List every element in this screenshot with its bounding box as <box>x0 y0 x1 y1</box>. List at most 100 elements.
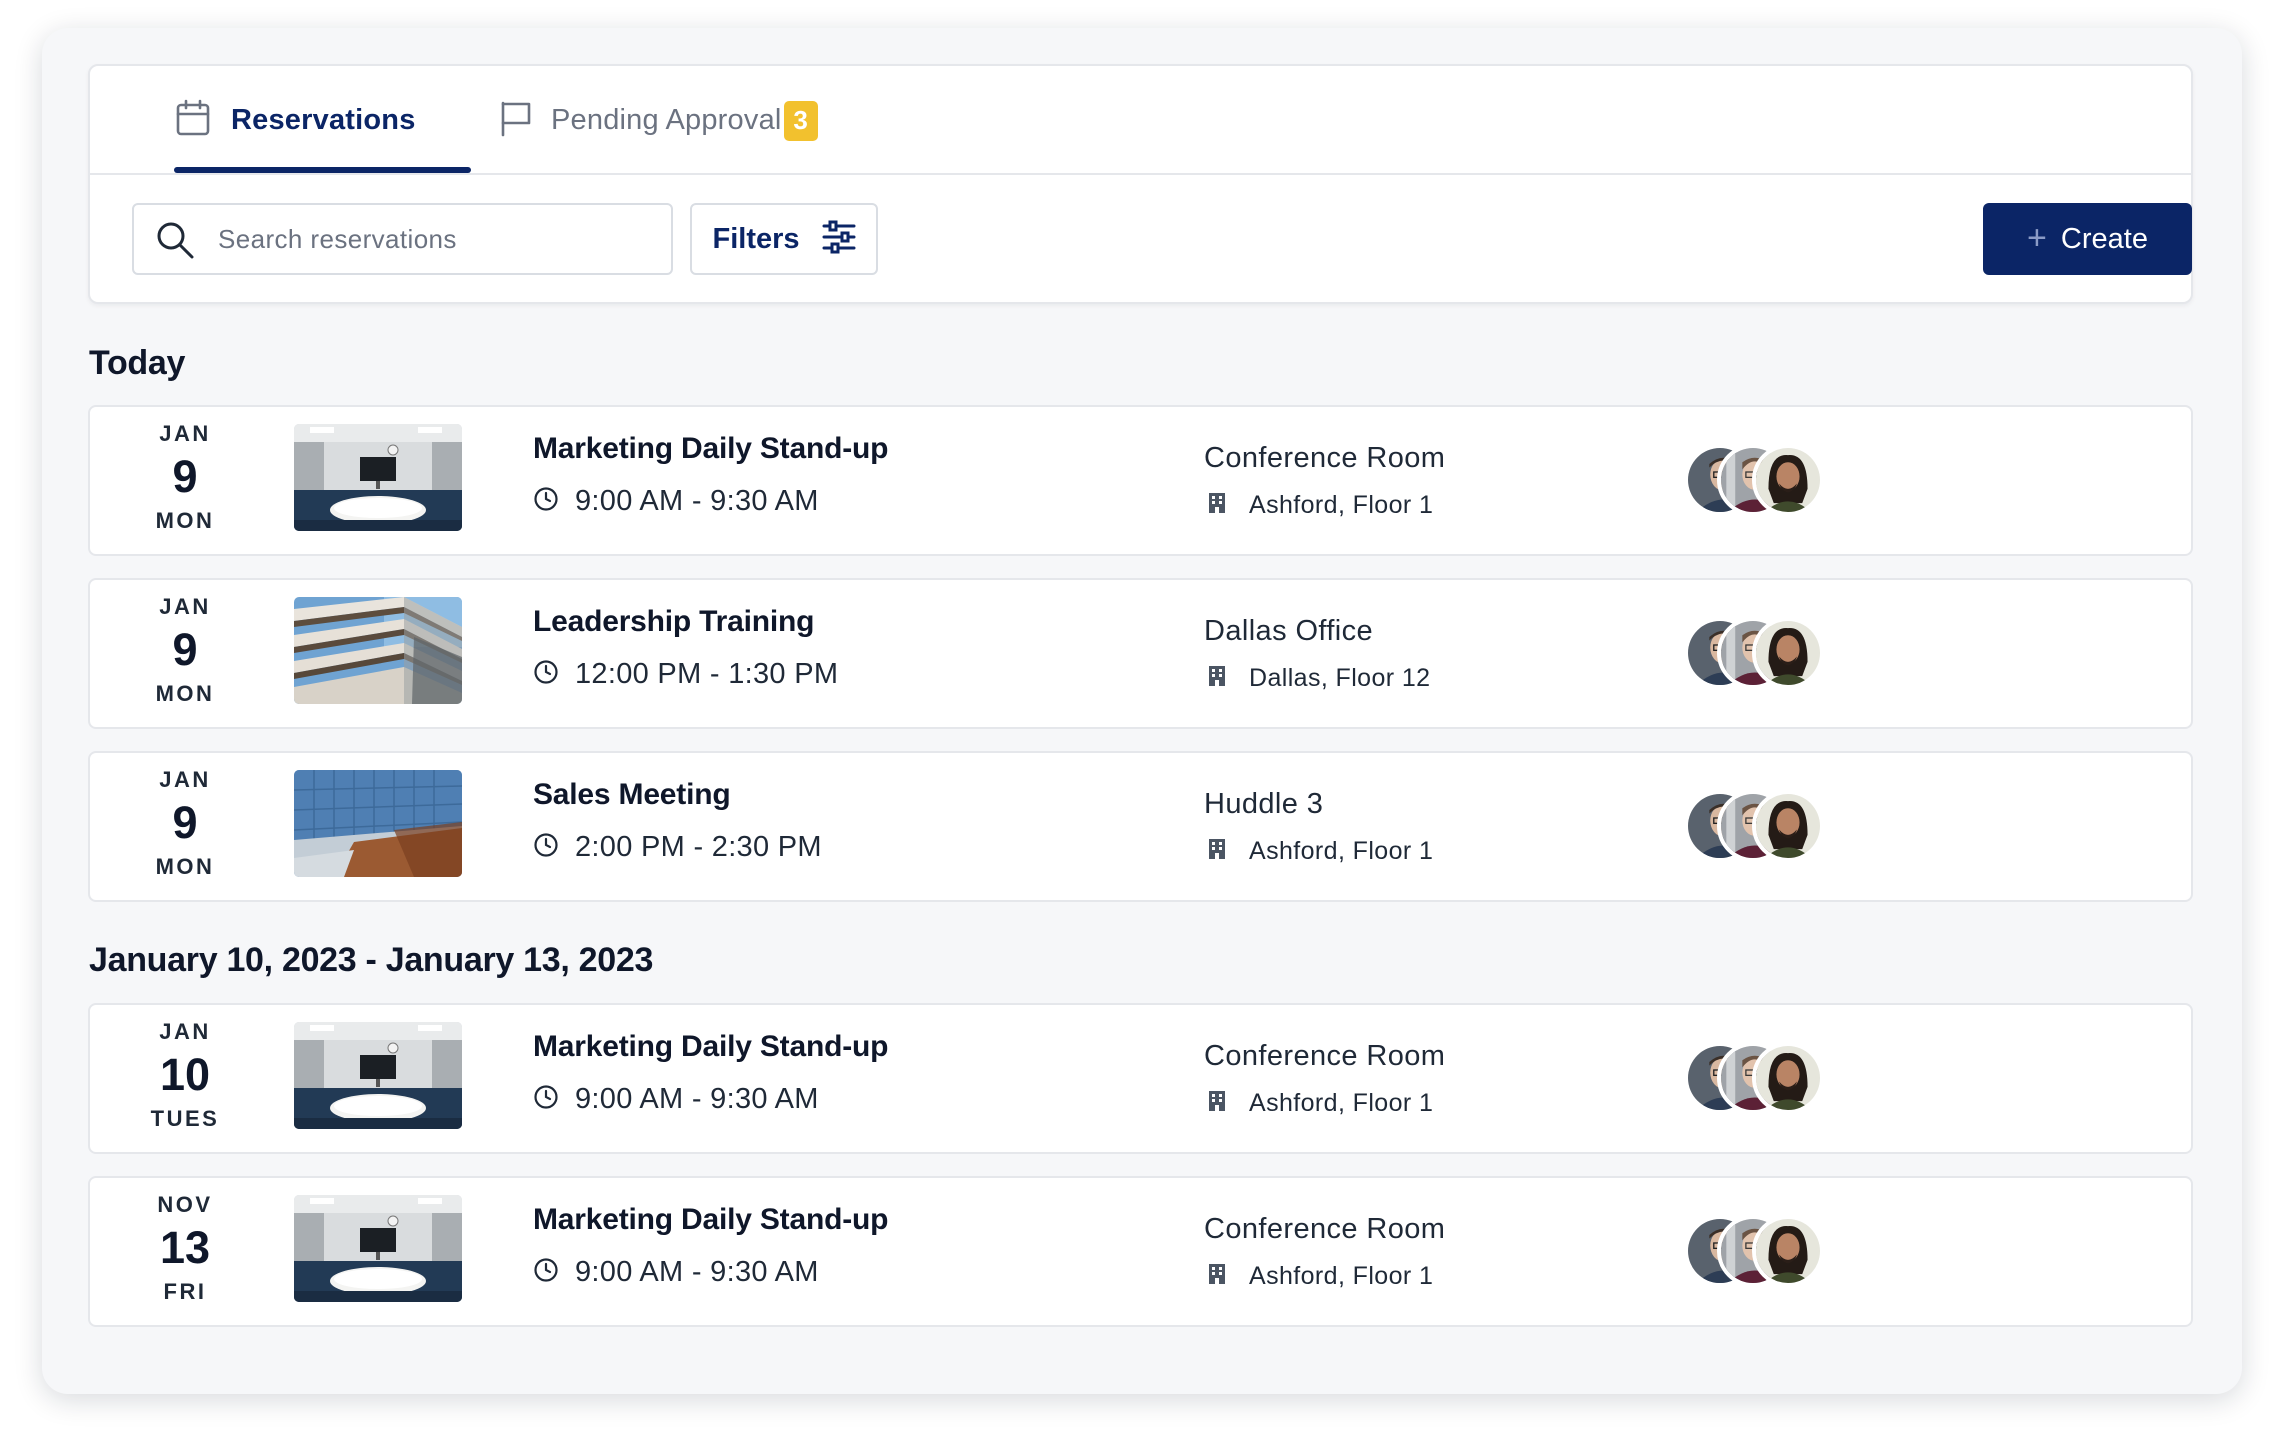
building-icon <box>1207 492 1227 519</box>
room-location-text: Dallas, Floor 12 <box>1249 664 1431 692</box>
date-day: 9 <box>172 624 198 675</box>
attendee-avatars[interactable] <box>1684 1215 1824 1287</box>
room-location: Ashford, Floor 1 <box>1207 491 1433 520</box>
clock-icon <box>533 832 559 863</box>
building-icon <box>1207 1263 1227 1290</box>
pending-count-badge: 3 <box>783 100 818 141</box>
room-location: Ashford, Floor 1 <box>1207 837 1433 866</box>
event-title: Sales Meeting <box>533 778 731 811</box>
search-field[interactable] <box>132 203 673 275</box>
tab-reservations[interactable]: Reservations <box>175 66 416 175</box>
room-location: Ashford, Floor 1 <box>1207 1262 1433 1291</box>
date-day: 13 <box>159 1222 211 1273</box>
date-day: 10 <box>159 1049 211 1100</box>
date-day: 9 <box>172 451 198 502</box>
date-weekday: FRI <box>163 1279 207 1304</box>
date-weekday: MON <box>155 854 215 879</box>
avatar <box>1752 1215 1824 1287</box>
avatar <box>1752 617 1824 689</box>
date-weekday: MON <box>155 681 215 706</box>
search-input[interactable] <box>218 219 648 259</box>
create-label: Create <box>2060 222 2148 255</box>
room-name: Conference Room <box>1204 1213 1446 1245</box>
date-block: JAN 9 MON <box>130 407 240 554</box>
event-time: 9:00 AM - 9:30 AM <box>533 485 819 518</box>
active-tab-indicator <box>174 167 471 173</box>
attendee-avatars[interactable] <box>1684 444 1824 516</box>
tab-pending-approval[interactable]: Pending Approval 3 <box>499 66 818 175</box>
room-thumbnail <box>294 1022 462 1129</box>
event-title: Marketing Daily Stand-up <box>533 1203 889 1236</box>
filters-button[interactable]: Filters <box>690 203 878 275</box>
avatar <box>1752 790 1824 862</box>
clock-icon <box>533 659 559 690</box>
clock-icon <box>533 486 559 517</box>
room-location-text: Ashford, Floor 1 <box>1249 837 1434 865</box>
event-title: Marketing Daily Stand-up <box>533 432 889 465</box>
room-location-text: Ashford, Floor 1 <box>1249 1089 1434 1117</box>
date-month: JAN <box>159 594 211 619</box>
room-thumbnail <box>294 1195 462 1302</box>
date-block: JAN 9 MON <box>130 753 240 900</box>
room-name: Huddle 3 <box>1204 788 1324 820</box>
date-month: NOV <box>157 1192 213 1217</box>
date-month: JAN <box>159 421 211 446</box>
event-title: Leadership Training <box>533 605 815 638</box>
date-month: JAN <box>159 1019 211 1044</box>
tab-bar: Reservations Pending Approval 3 <box>90 66 2191 175</box>
date-month: JAN <box>159 767 211 792</box>
avatar <box>1752 444 1824 516</box>
reservation-card[interactable]: JAN 9 MON Leadership Training 12:00 PM -… <box>88 578 2193 729</box>
app-container: Reservations Pending Approval 3 Search r… <box>42 28 2242 1394</box>
event-time: 2:00 PM - 2:30 PM <box>533 831 822 864</box>
section-title-date-range: January 10, 2023 - January 13, 2023 <box>89 941 654 979</box>
building-icon <box>1207 1090 1227 1117</box>
flag-icon <box>499 99 533 142</box>
attendee-avatars[interactable] <box>1684 1042 1824 1114</box>
plus-icon: + <box>2027 218 2047 257</box>
room-thumbnail <box>294 770 462 877</box>
header-card: Reservations Pending Approval 3 Search r… <box>88 64 2193 304</box>
event-time-text: 9:00 AM - 9:30 AM <box>575 485 819 517</box>
event-time: 9:00 AM - 9:30 AM <box>533 1083 819 1116</box>
reservation-card[interactable]: JAN 9 MON Sales Meeting 2:00 PM - 2:30 P… <box>88 751 2193 902</box>
room-location: Ashford, Floor 1 <box>1207 1089 1433 1118</box>
building-icon <box>1207 838 1227 865</box>
room-location: Dallas, Floor 12 <box>1207 664 1430 693</box>
room-thumbnail <box>294 424 462 531</box>
reservation-card[interactable]: NOV 13 FRI Marketing Daily Stand-up 9:00… <box>88 1176 2193 1327</box>
event-time-text: 9:00 AM - 9:30 AM <box>575 1256 819 1288</box>
building-icon <box>1207 665 1227 692</box>
search-icon <box>155 220 195 265</box>
room-name: Conference Room <box>1204 442 1446 474</box>
room-name: Dallas Office <box>1204 615 1374 647</box>
event-time-text: 2:00 PM - 2:30 PM <box>575 831 822 863</box>
event-time-text: 12:00 PM - 1:30 PM <box>575 658 839 690</box>
section-title-today: Today <box>89 344 186 382</box>
date-block: JAN 10 TUES <box>130 1005 240 1152</box>
avatar <box>1752 1042 1824 1114</box>
tab-pending-label: Pending Approval <box>551 104 782 136</box>
room-location-text: Ashford, Floor 1 <box>1249 491 1434 519</box>
room-thumbnail <box>294 597 462 704</box>
tab-reservations-label: Reservations <box>231 104 416 136</box>
filters-label: Filters <box>712 222 800 255</box>
attendee-avatars[interactable] <box>1684 790 1824 862</box>
event-title: Marketing Daily Stand-up <box>533 1030 889 1063</box>
sliders-icon <box>822 220 856 259</box>
date-weekday: TUES <box>150 1106 220 1131</box>
attendee-avatars[interactable] <box>1684 617 1824 689</box>
create-button[interactable]: + Create <box>1983 203 2192 275</box>
room-location-text: Ashford, Floor 1 <box>1249 1262 1434 1290</box>
date-weekday: MON <box>155 508 215 533</box>
event-time: 9:00 AM - 9:30 AM <box>533 1256 819 1289</box>
reservation-card[interactable]: JAN 10 TUES Marketing Daily Stand-up 9:0… <box>88 1003 2193 1154</box>
event-time-text: 9:00 AM - 9:30 AM <box>575 1083 819 1115</box>
reservation-card[interactable]: JAN 9 MON Marketing Daily Stand-up 9:00 … <box>88 405 2193 556</box>
clock-icon <box>533 1257 559 1288</box>
date-day: 9 <box>172 797 198 848</box>
event-time: 12:00 PM - 1:30 PM <box>533 658 838 691</box>
room-name: Conference Room <box>1204 1040 1446 1072</box>
calendar-icon <box>175 99 211 142</box>
date-block: JAN 9 MON <box>130 580 240 727</box>
